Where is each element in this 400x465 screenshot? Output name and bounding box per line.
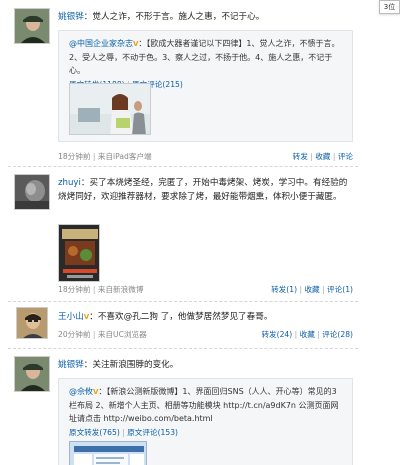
- post-meta: 18分钟前 | 来自iPad客户端 转发 | 收藏 | 评论: [58, 152, 353, 161]
- favorite-button[interactable]: 收藏: [304, 285, 319, 294]
- comment-button[interactable]: 评论: [338, 152, 353, 161]
- feed-item: zhuyi：买了本烧烤圣经，完匿了，开始中毒烤架、烤炭，学习中。有经验的烧烤同好…: [8, 174, 358, 296]
- comment-button[interactable]: 评论(1): [327, 285, 353, 294]
- post-meta: 18分钟前 | 来自新浪微博 转发(1) | 收藏 | 评论(1): [58, 285, 353, 294]
- avatar[interactable]: [14, 8, 50, 44]
- retweet-author-link[interactable]: @佘攸: [69, 387, 93, 396]
- post-text: zhuyi：买了本烧烤圣经，完匿了，开始中毒烤架、烤炭，学习中。有经验的烧烤同好…: [58, 178, 348, 202]
- feed-item: 姚银铧：关注新浪围脖的变化。 @佘攸V：【新浪公测新版微博】1、界面回归SNS（…: [8, 356, 358, 465]
- post-time-link[interactable]: 18分钟前: [58, 152, 90, 161]
- author-link[interactable]: 姚银铧: [58, 360, 84, 370]
- avatar[interactable]: [14, 174, 50, 210]
- retweet-box: @中国企业家杂志V：【欧成大器者谨记以下四律】1、觉人之诈，不愦于言。2、受人之…: [58, 30, 353, 142]
- retweet-box: @佘攸V：【新浪公测新版微博】1、界面回归SNS（人人、开心等）常见的3栏布局 …: [58, 378, 353, 465]
- favorite-button[interactable]: 收藏: [315, 152, 330, 161]
- post-text: 姚银铧：觉人之诈，不形于言。施人之惠，不记于心。: [58, 12, 265, 22]
- author-link[interactable]: 王小山: [58, 312, 84, 322]
- original-repost-link[interactable]: 原文转发(765): [69, 428, 120, 437]
- feed-item: 王小山V：不喜欢@孔二狗 了，他做梦居然梦见了春哥。 20分钟前 | 来自UC浏…: [8, 307, 358, 347]
- post-text: 王小山V：不喜欢@孔二狗 了，他做梦居然梦见了春哥。: [58, 312, 273, 322]
- author-link[interactable]: 姚银铧: [58, 12, 84, 22]
- forward-button[interactable]: 转发: [293, 152, 308, 161]
- post-image[interactable]: [58, 224, 100, 282]
- retweet-image[interactable]: [69, 441, 147, 465]
- corner-tag: 3位: [379, 0, 400, 14]
- avatar[interactable]: [16, 307, 48, 339]
- divider: [8, 166, 358, 167]
- avatar[interactable]: [14, 356, 50, 392]
- post-body: 买了本烧烤圣经，完匿了，开始中毒烤架、烤炭，学习中。有经验的烧烤同好，欢迎推荐器…: [58, 178, 348, 202]
- post-time-link[interactable]: 20分钟前: [58, 330, 90, 339]
- post-meta: 20分钟前 | 来自UC浏览器 转发(24) | 收藏 | 评论(28): [58, 330, 353, 339]
- weibo-feed: 姚银铧：觉人之诈，不形于言。施人之惠，不记于心。 @中国企业家杂志V：【欧成大器…: [8, 0, 358, 465]
- original-comment-link[interactable]: 原文评论(153): [127, 428, 178, 437]
- forward-button[interactable]: 转发(1): [271, 285, 297, 294]
- feed-item: 姚银铧：觉人之诈，不形于言。施人之惠，不记于心。 @中国企业家杂志V：【欧成大器…: [8, 8, 358, 161]
- retweet-author-link[interactable]: @中国企业家杂志: [69, 39, 133, 48]
- comment-button[interactable]: 评论(28): [322, 330, 353, 339]
- post-time-link[interactable]: 18分钟前: [58, 285, 90, 294]
- post-source: 来自iPad客户端: [97, 152, 152, 161]
- verified-icon: V: [93, 388, 99, 396]
- post-text: 姚银铧：关注新浪围脖的变化。: [58, 360, 179, 370]
- retweet-image[interactable]: [69, 83, 151, 135]
- verified-icon: V: [133, 40, 139, 48]
- author-link[interactable]: zhuyi: [58, 178, 81, 188]
- forward-button[interactable]: 转发(24): [261, 330, 292, 339]
- verified-icon: V: [83, 313, 90, 321]
- post-source: 来自新浪微博: [97, 285, 144, 294]
- post-body: 觉人之诈，不形于言。施人之惠，不记于心。: [92, 12, 265, 22]
- favorite-button[interactable]: 收藏: [300, 330, 315, 339]
- divider: [8, 301, 358, 302]
- retweet-body: 【新浪公测新版微博】1、界面回归SNS（人人、开心等）常见的3栏布局 2、新增个…: [69, 387, 339, 423]
- post-body: 关注新浪围脖的变化。: [92, 360, 179, 370]
- post-body: 不喜欢@孔二狗 了，他做梦居然梦见了春哥。: [97, 312, 273, 322]
- retweet-text: @佘攸V：【新浪公测新版微博】1、界面回归SNS（人人、开心等）常见的3栏布局 …: [69, 387, 339, 437]
- post-source: 来自UC浏览器: [97, 330, 147, 339]
- divider: [8, 348, 358, 349]
